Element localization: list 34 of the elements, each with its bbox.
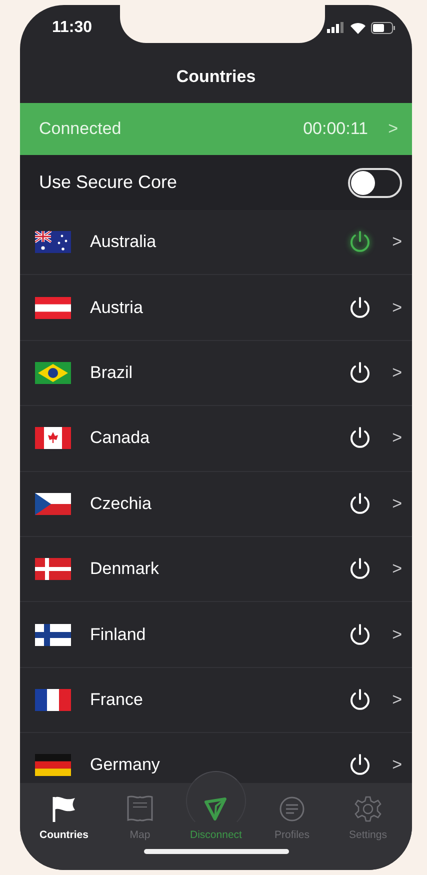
country-row[interactable]: Canada > bbox=[20, 406, 412, 472]
chevron-icon: > bbox=[372, 559, 402, 580]
tab[interactable]: Countries bbox=[26, 783, 102, 847]
country-row[interactable]: France > bbox=[20, 668, 412, 734]
country-row[interactable]: Australia > bbox=[20, 210, 412, 276]
chevron-icon: > bbox=[372, 494, 402, 514]
screen-title: Countries bbox=[176, 66, 256, 86]
connection-timer: 00:00:11 bbox=[303, 119, 368, 139]
country-row[interactable]: Czechia > bbox=[20, 472, 412, 537]
chevron-icon: > bbox=[372, 362, 402, 383]
country-name: Finland bbox=[90, 624, 147, 645]
country-row[interactable]: Denmark > bbox=[20, 536, 412, 602]
secure-core-label: Use Secure Core bbox=[39, 172, 178, 193]
status-time: 11:30 bbox=[52, 18, 92, 36]
country-row[interactable]: Finland > bbox=[20, 602, 412, 668]
country-name: Brazil bbox=[90, 362, 134, 383]
chevron-icon: > bbox=[372, 232, 402, 252]
country-name: Australia bbox=[90, 232, 158, 252]
chevron-icon: > bbox=[372, 624, 402, 645]
chevron-icon: > bbox=[368, 119, 398, 139]
country-name: Canada bbox=[90, 428, 151, 448]
country-name: France bbox=[90, 690, 144, 710]
country-row[interactable]: Austria > bbox=[20, 275, 412, 341]
connection-status: Connected bbox=[39, 119, 122, 139]
country-name: Austria bbox=[90, 298, 144, 318]
country-name: Denmark bbox=[90, 559, 160, 580]
country-name: Germany bbox=[90, 755, 161, 776]
country-row[interactable]: Brazil > bbox=[20, 340, 412, 406]
chevron-icon: > bbox=[372, 755, 402, 776]
chevron-icon: > bbox=[372, 428, 402, 448]
chevron-icon: > bbox=[372, 298, 402, 318]
tab[interactable]: Disconnect bbox=[178, 783, 254, 847]
chevron-icon: > bbox=[372, 690, 402, 710]
country-name: Czechia bbox=[90, 494, 152, 514]
